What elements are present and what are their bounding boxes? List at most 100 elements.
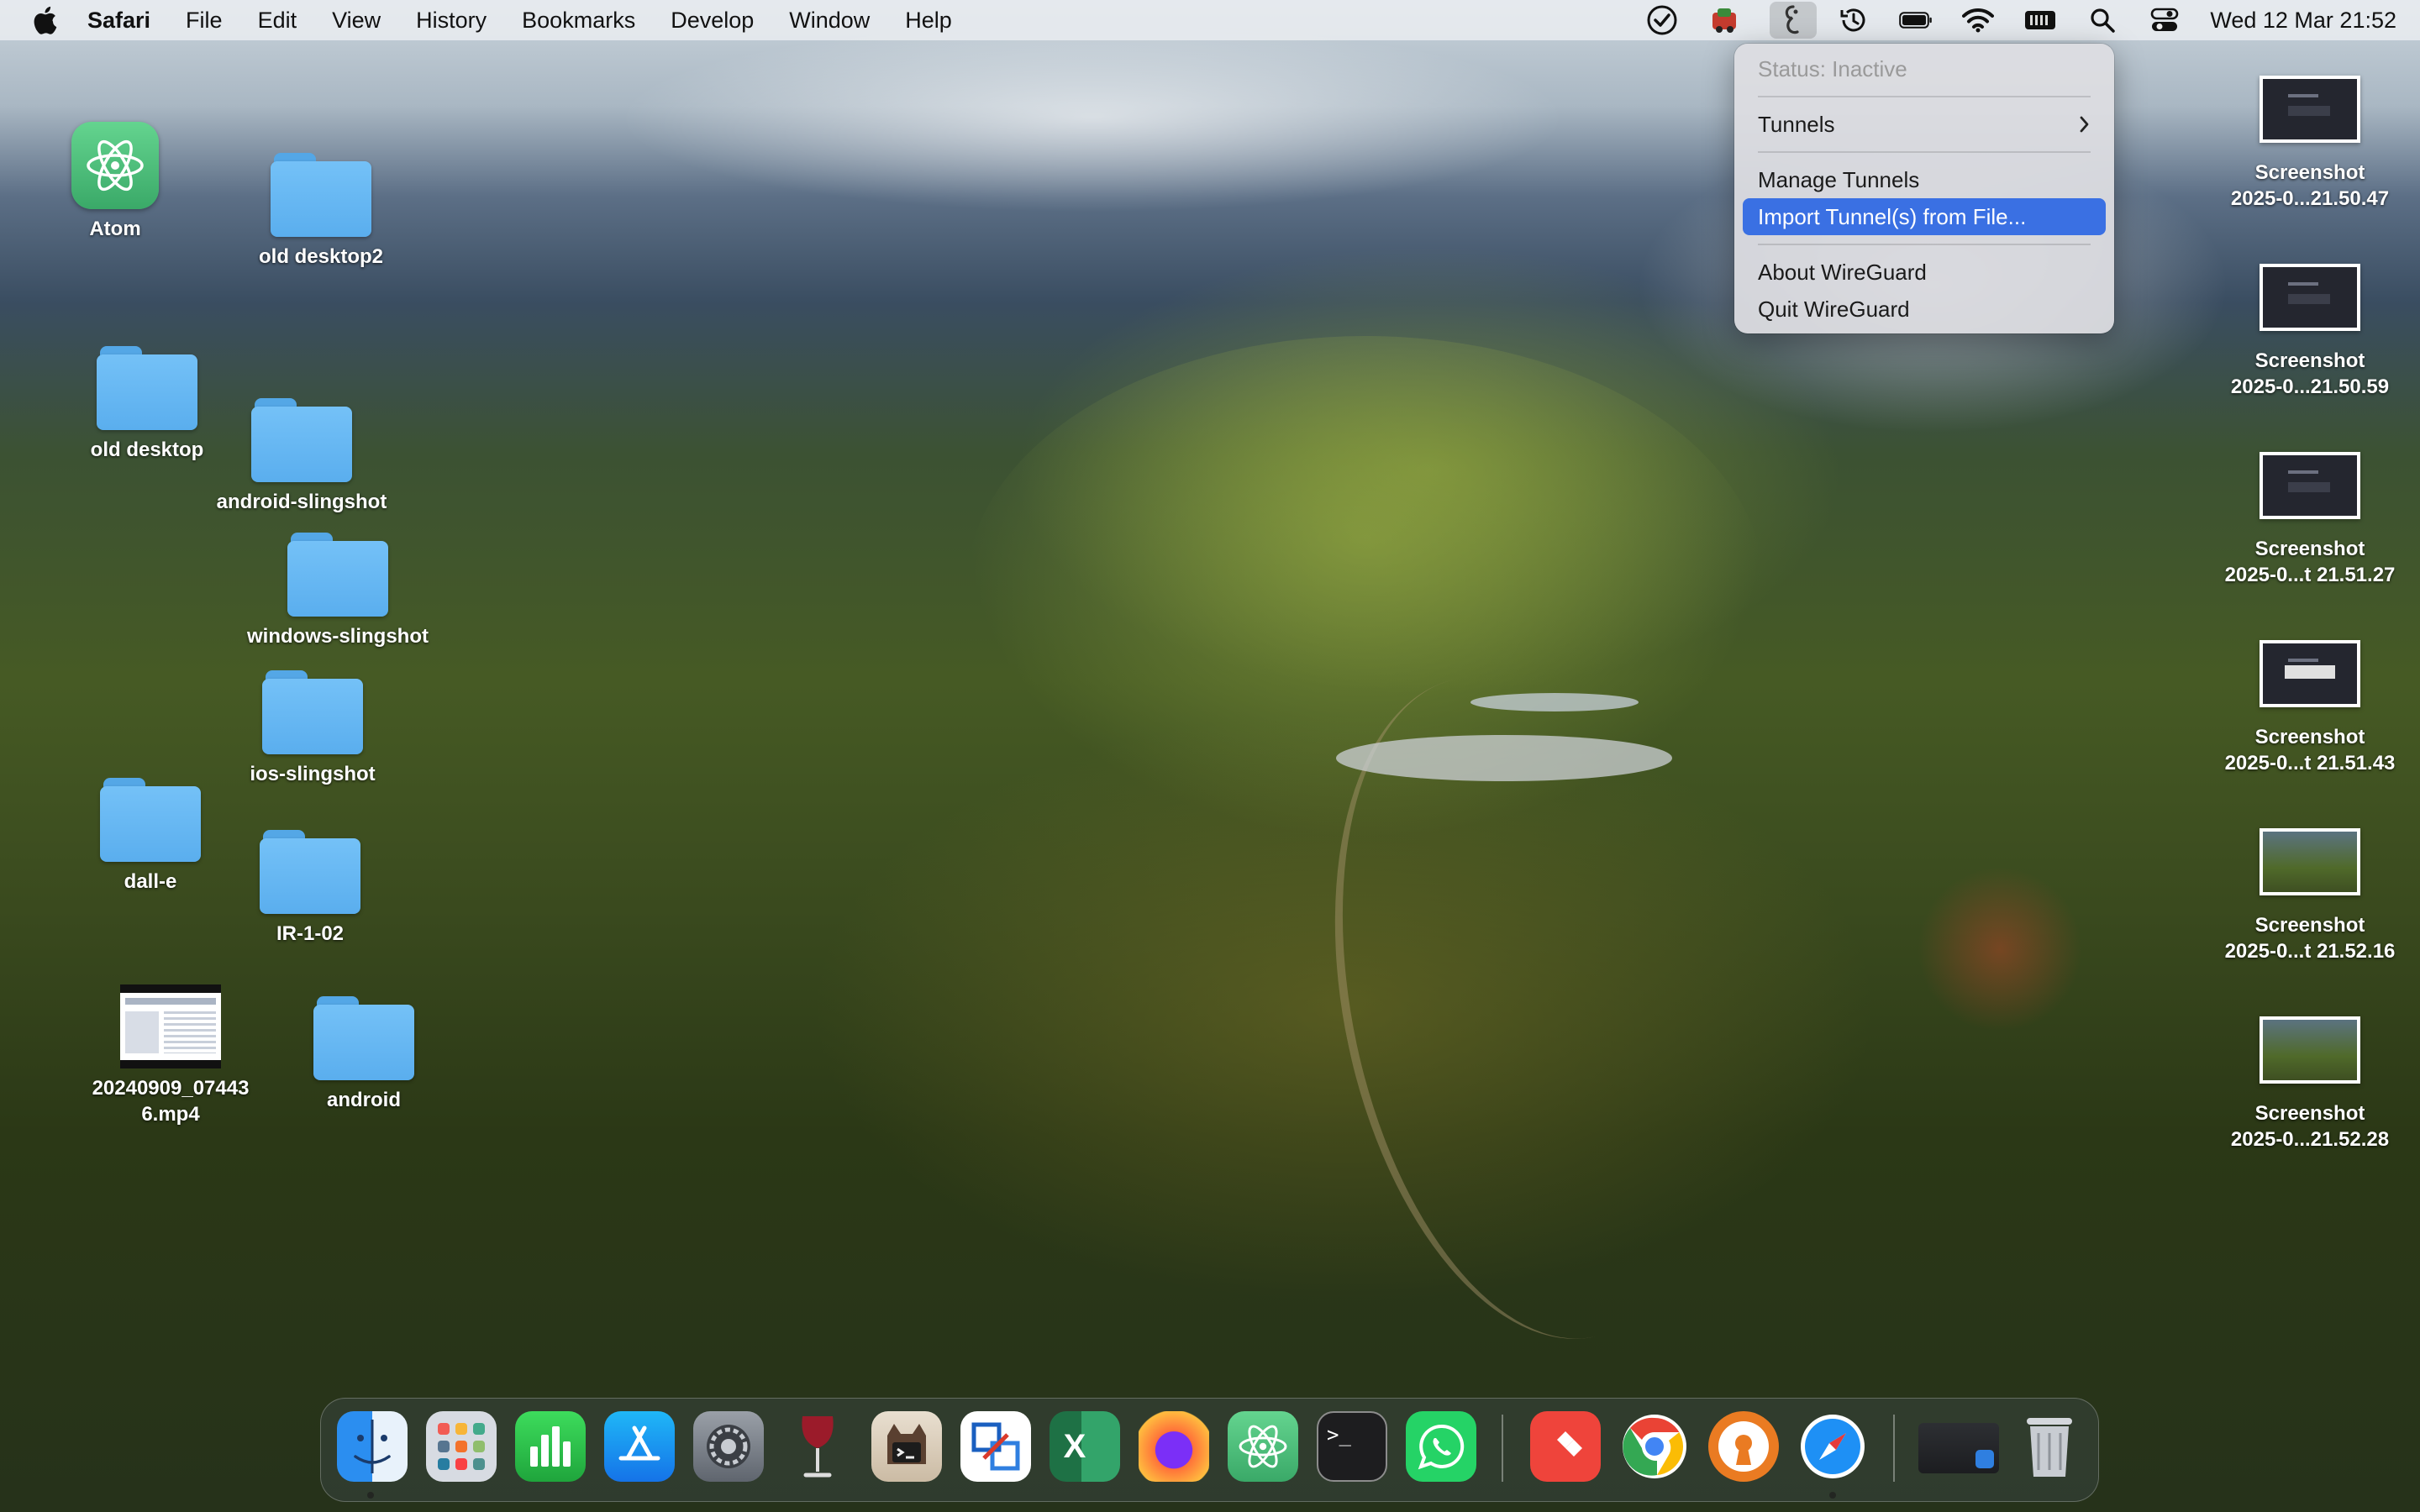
memory-monitor-icon[interactable]	[2023, 3, 2057, 37]
system-settings-icon[interactable]	[693, 1411, 764, 1482]
status-menu-area: Wed 12 Mar 21:52	[1645, 0, 2420, 40]
menu-history[interactable]: History	[416, 8, 487, 34]
app-status-icon[interactable]	[1707, 3, 1741, 37]
wallpaper-pond	[1336, 735, 1672, 781]
dock: X >_	[320, 1398, 2099, 1502]
spotlight-search-icon[interactable]	[2086, 3, 2119, 37]
menu-view[interactable]: View	[332, 8, 381, 34]
folder-icon	[97, 346, 197, 430]
app-menu-safari[interactable]: Safari	[87, 8, 150, 34]
desktop-icon-label: old desktop2	[258, 245, 384, 268]
openvpn-icon[interactable]	[1708, 1411, 1779, 1482]
menu-edit[interactable]: Edit	[258, 8, 297, 34]
folder-icon	[271, 153, 371, 237]
atom-icon[interactable]	[1228, 1411, 1298, 1482]
battery-icon[interactable]	[1899, 3, 1933, 37]
wifi-icon[interactable]	[1961, 3, 1995, 37]
wallpaper-pond	[1470, 693, 1639, 711]
running-indicator	[367, 1492, 374, 1499]
desktop-icon-screenshot[interactable]: Screenshot 2025-0...21.52.28	[2209, 1016, 2411, 1152]
screenshot-thumbnail	[2260, 828, 2360, 895]
folder-icon	[262, 670, 363, 754]
desktop-icon-label: 20240909_07443 6.mp4	[92, 1077, 250, 1126]
desktop-icon-label: Screenshot 2025-0...21.52.28	[2230, 1102, 2390, 1151]
desktop-icon-label: Screenshot 2025-0...t 21.52.16	[2224, 914, 2396, 963]
firefox-icon[interactable]	[1139, 1411, 1209, 1482]
terminal-icon[interactable]: >_	[1317, 1411, 1387, 1482]
atom-app-icon	[71, 122, 159, 209]
menu-develop[interactable]: Develop	[671, 8, 754, 34]
excel-icon[interactable]: X	[1050, 1411, 1120, 1482]
desktop-icon-screenshot[interactable]: Screenshot 2025-0...t 21.51.43	[2209, 640, 2411, 776]
menu-bar-clock[interactable]: Wed 12 Mar 21:52	[2210, 8, 2396, 34]
screenshot-thumbnail	[2260, 76, 2360, 143]
ssh-terminal-icon[interactable]	[871, 1411, 942, 1482]
desktop-icon-android[interactable]: android	[263, 996, 465, 1113]
desktop-icon-screenshot[interactable]: Screenshot 2025-0...t 21.51.27	[2209, 452, 2411, 588]
desktop-icon-screenshot[interactable]: Screenshot 2025-0...t 21.52.16	[2209, 828, 2411, 964]
menu-bookmarks[interactable]: Bookmarks	[522, 8, 635, 34]
folder-icon	[260, 830, 360, 914]
desktop-icon-label: Screenshot 2025-0...t 21.51.27	[2224, 538, 2396, 586]
quit-wireguard-item[interactable]: Quit WireGuard	[1743, 291, 2106, 328]
desktop-icon-label: Screenshot 2025-0...21.50.47	[2230, 161, 2390, 210]
anydesk-icon[interactable]	[1530, 1411, 1601, 1482]
control-center-icon[interactable]	[2148, 3, 2181, 37]
dock-separator	[1502, 1415, 1503, 1482]
desktop-icon-old-desktop2[interactable]: old desktop2	[220, 153, 422, 270]
numbers-icon[interactable]	[515, 1411, 586, 1482]
terminal-prompt: >_	[1327, 1423, 1351, 1446]
desktop-icon-screenshot[interactable]: Screenshot 2025-0...21.50.47	[2209, 76, 2411, 212]
desktop-icon-screenshot[interactable]: Screenshot 2025-0...21.50.59	[2209, 264, 2411, 400]
screenshot-thumbnail	[2260, 640, 2360, 707]
menu-separator	[1758, 96, 2091, 97]
desktop-icon-ios-slingshot[interactable]: ios-slingshot	[212, 670, 413, 787]
recent-window-icon[interactable]	[1918, 1423, 1999, 1473]
time-machine-icon[interactable]	[1837, 3, 1870, 37]
folder-icon	[287, 533, 388, 617]
about-wireguard-item[interactable]: About WireGuard	[1743, 254, 2106, 291]
chrome-icon[interactable]	[1619, 1411, 1690, 1482]
desktop-icon-android-slingshot[interactable]: android-slingshot	[201, 398, 402, 515]
screenshot-thumbnail	[2260, 452, 2360, 519]
trash-icon[interactable]	[2014, 1411, 2085, 1482]
desktop-icon-label: android-slingshot	[216, 491, 387, 513]
running-indicator	[1829, 1492, 1836, 1499]
desktop-icon-label: IR-1-02	[276, 922, 345, 945]
import-tunnels-item[interactable]: Import Tunnel(s) from File...	[1743, 198, 2106, 235]
manage-tunnels-item[interactable]: Manage Tunnels	[1743, 161, 2106, 198]
desktop-icon-label: Screenshot 2025-0...t 21.51.43	[2224, 726, 2396, 774]
desktop-icon-label: android	[327, 1089, 401, 1111]
launchpad-icon[interactable]	[426, 1411, 497, 1482]
menu-file[interactable]: File	[186, 8, 223, 34]
wireguard-status-icon[interactable]	[1770, 2, 1818, 39]
folder-icon	[313, 996, 414, 1080]
remote-desktop-icon[interactable]	[960, 1411, 1031, 1482]
desktop-icon-label: Atom	[89, 218, 141, 240]
safari-icon[interactable]	[1797, 1411, 1868, 1482]
video-thumbnail	[120, 984, 221, 1068]
app-store-icon[interactable]	[604, 1411, 675, 1482]
checkmark-status-icon[interactable]	[1645, 3, 1679, 37]
desktop-icon-video-file[interactable]: 20240909_07443 6.mp4	[70, 984, 271, 1127]
excel-letter: X	[1063, 1427, 1086, 1465]
folder-icon	[100, 778, 201, 862]
finder-icon[interactable]	[337, 1411, 408, 1482]
wireguard-status-item: Status: Inactive	[1758, 56, 1907, 81]
tunnels-label: Tunnels	[1758, 112, 1835, 137]
menu-window[interactable]: Window	[789, 8, 870, 34]
desktop-icon-windows-slingshot[interactable]: windows-slingshot	[237, 533, 439, 649]
folder-icon	[251, 398, 352, 482]
apple-menu-icon[interactable]	[30, 6, 59, 34]
menu-help[interactable]: Help	[905, 8, 952, 34]
menu-separator	[1758, 151, 2091, 153]
wine-icon[interactable]	[782, 1411, 853, 1482]
screenshot-thumbnail	[2260, 1016, 2360, 1084]
desktop-icon-label: windows-slingshot	[247, 625, 429, 648]
finder-badge-icon	[1975, 1450, 1994, 1468]
menu-bar: Safari File Edit View History Bookmarks …	[0, 0, 2420, 40]
whatsapp-icon[interactable]	[1406, 1411, 1476, 1482]
tunnels-submenu-item[interactable]: Tunnels	[1743, 106, 2106, 143]
desktop-icon-atom[interactable]: Atom	[14, 122, 216, 242]
desktop-icon-ir-1-02[interactable]: IR-1-02	[209, 830, 411, 947]
